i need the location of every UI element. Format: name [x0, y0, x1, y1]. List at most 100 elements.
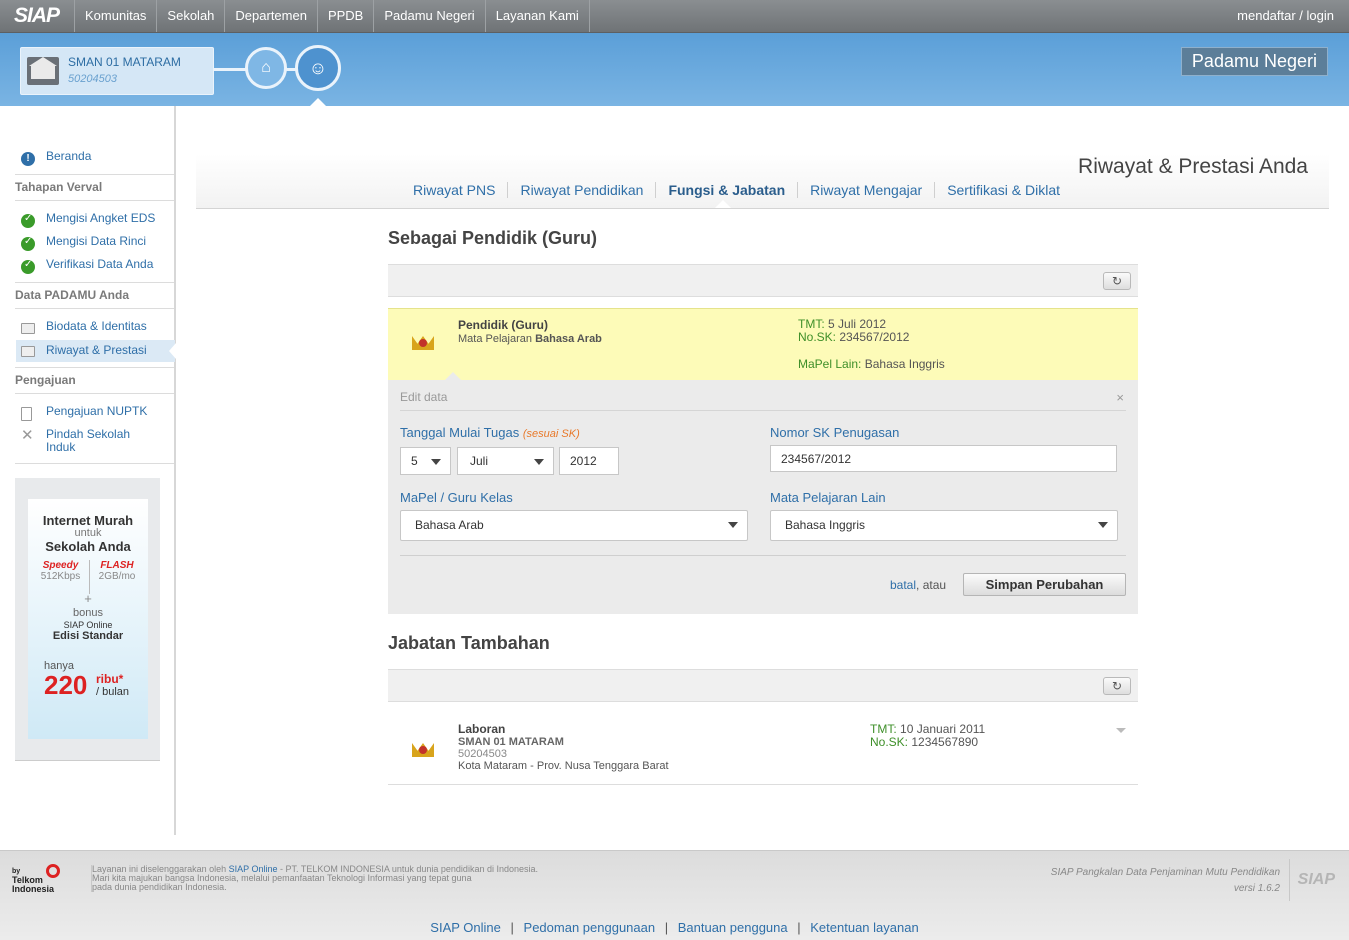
nav-komunitas[interactable]: Komunitas — [74, 0, 156, 32]
siap-logo[interactable]: SIAP — [14, 4, 60, 28]
divider — [400, 555, 1126, 556]
save-button[interactable]: Simpan Perubahan — [963, 573, 1126, 596]
refresh-icon: ↻ — [1111, 679, 1123, 693]
refresh-button[interactable]: ↻ — [1103, 272, 1131, 290]
divider — [15, 393, 174, 394]
subject-name: Bahasa Arab — [535, 333, 602, 345]
crown-icon — [408, 733, 438, 761]
crown-icon — [408, 326, 438, 354]
jabatan-meta: TMT: 10 Januari 2011 No.SK: 1234567890 — [870, 723, 985, 749]
footer-links: SIAP Online | Pedoman penggunaan | Bantu… — [430, 920, 919, 935]
active-pointer — [169, 343, 176, 359]
sidebar-item-beranda[interactable]: ! Beranda — [16, 150, 175, 166]
sidebar-item-data-rinci[interactable]: Mengisi Data Rinci — [16, 235, 175, 251]
label-text: Tanggal Mulai Tugas — [400, 425, 520, 440]
section-tahapan-verval: Tahapan Verval — [15, 180, 103, 194]
tab-riwayat-pns[interactable]: Riwayat PNS — [404, 182, 507, 198]
tab-sertifikasi-diklat[interactable]: Sertifikasi & Diklat — [934, 182, 1072, 198]
ad-headline: Internet Murah — [42, 513, 134, 528]
jabatan-school: SMAN 01 MATARAM — [458, 736, 564, 748]
sidebar-item-label: Beranda — [46, 149, 92, 163]
footer-link-ketentuan[interactable]: Ketentuan layanan — [810, 920, 918, 935]
school-step-icon[interactable]: ⌂ — [245, 47, 287, 89]
nav-layanan-kami[interactable]: Layanan Kami — [484, 0, 590, 32]
chevron-down-icon[interactable] — [1116, 728, 1126, 733]
tmt-value: 5 Juli 2012 — [828, 317, 887, 331]
sidebar-item-pindah-sekolah[interactable]: ✕ Pindah Sekolah Induk — [16, 427, 175, 456]
sidebar-item-biodata[interactable]: Biodata & Identitas — [16, 320, 175, 336]
footer-link-pedoman[interactable]: Pedoman penggunaan — [524, 920, 656, 935]
sidebar-item-verifikasi[interactable]: Verifikasi Data Anda — [16, 258, 175, 274]
sidebar-item-label: Biodata & Identitas — [46, 319, 147, 333]
teacher-step-icon[interactable]: ☺ — [295, 45, 341, 91]
sk-number-input[interactable]: 234567/2012 — [770, 445, 1117, 472]
mapel-lain-value: Bahasa Inggris — [864, 357, 945, 371]
footer-link-siap-online[interactable]: SIAP Online — [430, 920, 501, 935]
telkom-logo[interactable]: by Telkom Indonesia — [12, 864, 60, 894]
nosk-value: 234567/2012 — [839, 330, 910, 344]
school-card[interactable]: SMAN 01 MATARAM 50204503 — [20, 47, 214, 95]
mapel-lain-select[interactable]: Bahasa Inggris — [770, 510, 1118, 541]
brand-title: Padamu Negeri — [1180, 47, 1328, 76]
pendidik-card[interactable]: Pendidik (Guru) Mata Pelajaran Bahasa Ar… — [388, 308, 1138, 380]
tab-riwayat-pendidikan[interactable]: Riwayat Pendidikan — [507, 182, 655, 198]
sidebar-item-label: Mengisi Data Rinci — [46, 234, 147, 248]
ad-text: bonus — [73, 607, 103, 619]
section-title-pendidik: Sebagai Pendidik (Guru) — [388, 228, 598, 248]
sidebar-item-riwayat-prestasi[interactable]: Riwayat & Prestasi — [16, 340, 176, 362]
footer-link-bantuan[interactable]: Bantuan pengguna — [678, 920, 788, 935]
jabatan-card[interactable]: Laboran SMAN 01 MATARAM 50204503 Kota Ma… — [388, 703, 1138, 785]
ad-banner[interactable]: Internet Murah untuk Sekolah Anda Speedy… — [15, 478, 160, 761]
footer: by Telkom Indonesia Layanan ini diseleng… — [0, 850, 1349, 940]
sidebar-item-angket-eds[interactable]: Mengisi Angket EDS — [16, 212, 175, 228]
card-subtitle: Mata Pelajaran Bahasa Arab — [458, 333, 602, 345]
telkom-mark-icon — [46, 864, 60, 878]
refresh-button[interactable]: ↻ — [1103, 677, 1131, 695]
nav-sekolah[interactable]: Sekolah — [156, 0, 224, 32]
document-icon — [21, 407, 32, 421]
card-title: Pendidik (Guru) — [458, 318, 548, 332]
page-title: Riwayat & Prestasi Anda — [1078, 155, 1308, 178]
year-input[interactable]: 2012 — [559, 447, 619, 475]
nav-departemen[interactable]: Departemen — [224, 0, 317, 32]
footer-text: pada dunia pendidikan Indonesia. — [92, 882, 227, 892]
sidebar-item-nuptk[interactable]: Pengajuan NUPTK — [16, 405, 175, 421]
mapel-field-label: MaPel / Guru Kelas — [400, 490, 513, 505]
tmt-label: TMT: — [798, 317, 825, 331]
tab-riwayat-mengajar[interactable]: Riwayat Mengajar — [797, 182, 934, 198]
section-pengajuan: Pengajuan — [15, 373, 76, 387]
nav-padamu-negeri[interactable]: Padamu Negeri — [373, 0, 484, 32]
edit-form: Edit data × Tanggal Mulai Tugas (sesuai … — [388, 372, 1138, 614]
school-id: 50204503 — [68, 73, 117, 85]
close-icon[interactable]: × — [1116, 390, 1124, 405]
tabs: Riwayat PNS Riwayat Pendidikan Fungsi & … — [404, 182, 1072, 198]
register-login-link[interactable]: mendaftar / login — [1237, 8, 1334, 23]
footer-description: Layanan ini diselenggarakan oleh SIAP On… — [91, 865, 571, 892]
check-icon — [21, 213, 35, 228]
ad-text: ribu* — [96, 672, 124, 686]
month-select[interactable]: Juli — [457, 447, 554, 475]
cancel-link[interactable]: batal — [890, 578, 916, 592]
id-card-icon — [21, 323, 35, 334]
jabatan-info: Laboran SMAN 01 MATARAM 50204503 Kota Ma… — [458, 723, 669, 773]
mapel-lain-label: MaPel Lain: — [798, 357, 862, 371]
section-toolbar: ↻ — [388, 669, 1138, 702]
nosk-label: No.SK: — [870, 735, 909, 749]
ad-price: 220 — [44, 670, 88, 700]
nosk-label: No.SK: — [798, 330, 837, 344]
mapel-select[interactable]: Bahasa Arab — [400, 510, 748, 541]
sidebar-item-label: Mengisi Angket EDS — [46, 211, 156, 225]
sidebar-item-label: Riwayat & Prestasi — [46, 343, 147, 357]
nav-ppdb[interactable]: PPDB — [316, 0, 373, 32]
day-select[interactable]: 5 — [400, 447, 451, 475]
footer-version-info: SIAP Pangkalan Data Penjaminan Mutu Pend… — [1051, 865, 1280, 897]
section-data-padamu: Data PADAMU Anda — [15, 288, 130, 302]
ad-text: SIAP Online — [63, 620, 113, 630]
ad-text: untuk — [74, 527, 102, 539]
ad-content: Internet Murah untuk Sekolah Anda Speedy… — [28, 499, 148, 739]
tab-bar: Riwayat & Prestasi Anda Riwayat PNS Riwa… — [196, 154, 1329, 209]
siap-footer-logo[interactable]: SIAP — [1289, 859, 1335, 901]
tab-fungsi-jabatan[interactable]: Fungsi & Jabatan — [655, 182, 797, 198]
logo-text: Indonesia — [12, 884, 55, 894]
info-icon: ! — [21, 152, 35, 166]
